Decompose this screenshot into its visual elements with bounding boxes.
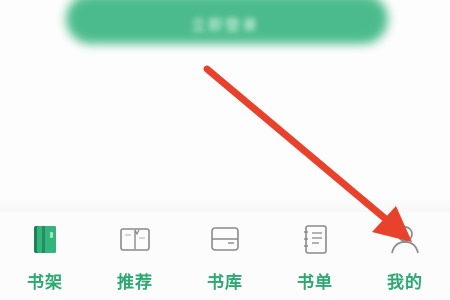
tab-library-label: 书库 bbox=[207, 273, 243, 293]
book-open-icon bbox=[118, 222, 152, 256]
tab-mine[interactable]: 我的 bbox=[360, 212, 450, 300]
bookshelf-icon bbox=[28, 222, 62, 256]
tab-recommend[interactable]: 推荐 bbox=[90, 212, 180, 300]
user-profile-icon bbox=[388, 222, 422, 256]
tab-bookshelf-label: 书架 bbox=[27, 273, 63, 293]
tab-booklist-label: 书单 bbox=[297, 273, 333, 293]
app-screen: 立即登录 书架 推荐 书库 书单 我的 bbox=[0, 0, 450, 300]
tab-library[interactable]: 书库 bbox=[180, 212, 270, 300]
bottom-tab-bar: 书架 推荐 书库 书单 我的 bbox=[0, 212, 450, 300]
tab-booklist[interactable]: 书单 bbox=[270, 212, 360, 300]
tab-mine-label: 我的 bbox=[387, 273, 423, 293]
login-button-label: 立即登录 bbox=[190, 16, 259, 34]
library-box-icon bbox=[208, 222, 242, 256]
booklist-notebook-icon bbox=[298, 222, 332, 256]
tab-bookshelf[interactable]: 书架 bbox=[0, 212, 90, 300]
tab-recommend-label: 推荐 bbox=[117, 273, 153, 293]
